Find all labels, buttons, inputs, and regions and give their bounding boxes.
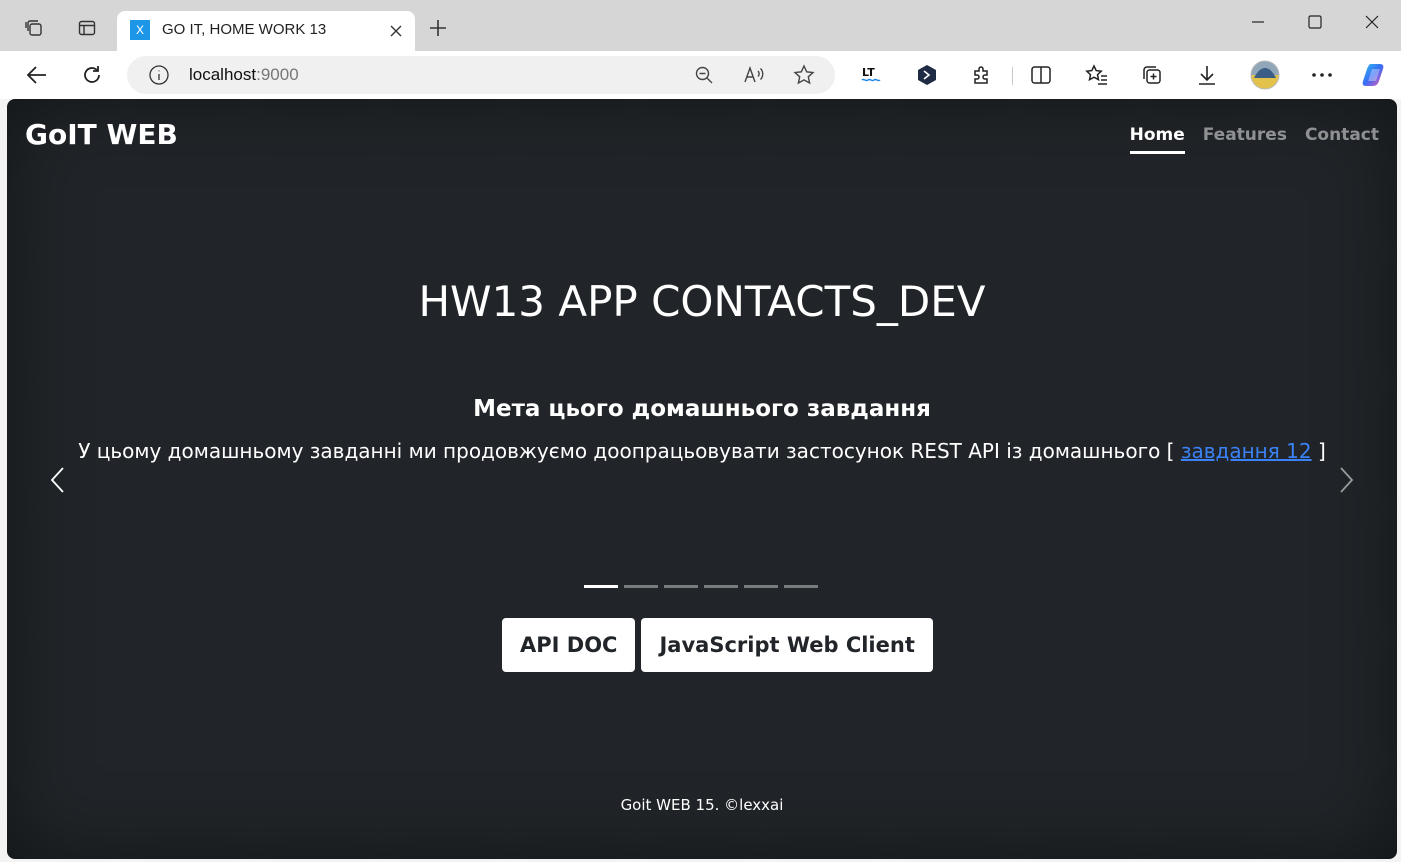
top-nav: Home Features Contact — [1129, 125, 1379, 154]
browser-toolbar: localhost:9000 LT — [0, 51, 1401, 99]
active-tab[interactable]: X GO IT, HOME WORK 13 — [117, 11, 415, 51]
nav-contact[interactable]: Contact — [1305, 125, 1379, 154]
action-buttons: API DOC JavaScript Web Client — [502, 618, 933, 672]
site-info-icon[interactable] — [148, 64, 170, 86]
more-menu-icon[interactable] — [1307, 61, 1337, 89]
api-doc-button[interactable]: API DOC — [502, 618, 636, 672]
new-tab-icon[interactable] — [425, 15, 451, 41]
window-close-icon[interactable] — [1352, 9, 1392, 35]
carousel-indicator-3[interactable] — [664, 585, 698, 588]
nav-home[interactable]: Home — [1129, 125, 1185, 154]
tab-actions-icon[interactable] — [73, 14, 101, 42]
tab-strip: X GO IT, HOME WORK 13 — [0, 0, 1401, 51]
slide-heading: Мета цього домашнього завдання — [473, 396, 931, 422]
carousel-indicator-2[interactable] — [624, 585, 658, 588]
favorites-icon[interactable] — [1082, 61, 1112, 89]
address-bar[interactable]: localhost:9000 — [127, 56, 835, 94]
extensions-puzzle-icon[interactable] — [967, 61, 997, 89]
page-footer: Goit WEB 15. ©lexxai — [620, 796, 784, 814]
minimize-icon[interactable] — [1238, 9, 1278, 35]
page-viewport: GoIT WEB Home Features Contact HW13 APP … — [7, 99, 1397, 859]
reload-icon[interactable] — [77, 61, 107, 89]
page-title: HW13 APP CONTACTS_DEV — [418, 277, 986, 326]
nav-features[interactable]: Features — [1203, 125, 1287, 154]
carousel-indicator-4[interactable] — [704, 585, 738, 588]
carousel-indicator-1[interactable] — [584, 585, 618, 588]
carousel-indicators — [584, 585, 818, 588]
homework-12-link[interactable]: завдання 12 — [1181, 439, 1312, 463]
favorite-star-icon[interactable] — [792, 64, 816, 86]
carousel-prev-icon[interactable] — [46, 465, 70, 495]
read-aloud-icon[interactable] — [742, 64, 766, 86]
back-icon[interactable] — [22, 61, 52, 89]
maximize-icon[interactable] — [1295, 9, 1335, 35]
tab-close-icon[interactable] — [385, 20, 407, 42]
brand-logo[interactable]: GoIT WEB — [25, 118, 178, 151]
carousel-next-icon[interactable] — [1334, 465, 1358, 495]
copilot-icon[interactable] — [1358, 61, 1392, 89]
tab-favicon-icon: X — [130, 20, 150, 40]
workspaces-icon[interactable] — [20, 14, 48, 42]
tab-title: GO IT, HOME WORK 13 — [162, 21, 327, 38]
collections-icon[interactable] — [1137, 61, 1167, 89]
js-web-client-button[interactable]: JavaScript Web Client — [641, 618, 933, 672]
profile-avatar[interactable] — [1249, 60, 1281, 90]
downloads-icon[interactable] — [1192, 61, 1222, 89]
address-url[interactable]: localhost:9000 — [189, 65, 299, 85]
carousel-indicator-6[interactable] — [784, 585, 818, 588]
svg-text:LT: LT — [862, 66, 875, 79]
toolbar-divider — [1012, 67, 1013, 85]
slide-text: У цьому домашньому завданні ми продовжує… — [78, 439, 1326, 463]
languagetool-extension-icon[interactable]: LT — [857, 61, 887, 89]
split-screen-icon[interactable] — [1026, 61, 1056, 89]
carousel-indicator-5[interactable] — [744, 585, 778, 588]
extension-hex-icon[interactable] — [912, 61, 942, 89]
zoom-out-icon[interactable] — [692, 64, 716, 86]
